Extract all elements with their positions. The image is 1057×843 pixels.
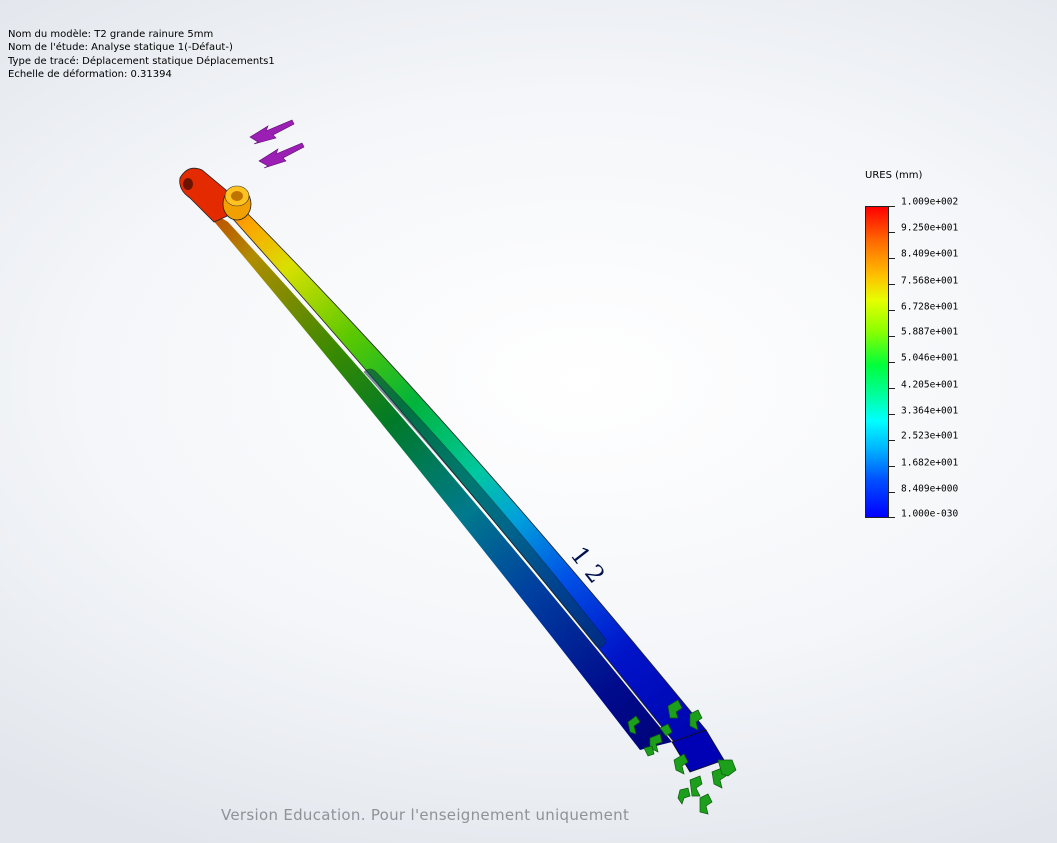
- fixture-arrow: [699, 793, 713, 815]
- legend-tick-label: 1.000e-030: [901, 508, 959, 520]
- tickmark: [889, 284, 895, 285]
- legend-tick-label: 4.205e+001: [901, 379, 959, 391]
- tickmark: [889, 258, 895, 259]
- tickmark: [889, 492, 895, 493]
- legend-colorbar: [865, 206, 889, 518]
- legend-tick-label: 2.523e+001: [901, 430, 959, 442]
- tickmark: [889, 336, 895, 337]
- plot-type-text: Type de tracé: Déplacement statique Dépl…: [8, 55, 275, 67]
- beam-slot: [363, 368, 607, 648]
- legend-tick-label: 3.364e+001: [901, 405, 959, 417]
- tickmark: [889, 388, 895, 389]
- legend-tick-label: 8.409e+001: [901, 248, 959, 260]
- tickmark: [889, 440, 895, 441]
- study-name-text: Nom de l'étude: Analyse statique 1(-Défa…: [8, 42, 233, 54]
- deformed-part-model[interactable]: 1 2: [179, 167, 725, 773]
- beam-side-face: [200, 205, 672, 750]
- legend-tick-label: 5.887e+001: [901, 326, 959, 338]
- color-legend[interactable]: URES (mm) 1.009e+002 9.250e+001 8.409e+0…: [864, 170, 1014, 530]
- legend-title: URES (mm): [865, 170, 923, 181]
- force-arrow-2: [258, 142, 305, 169]
- lug-hole: [183, 178, 193, 190]
- force-arrow-icon[interactable]: [249, 119, 305, 169]
- tickmark: [889, 206, 895, 207]
- fixture-arrow: [677, 787, 691, 805]
- tickmark: [889, 517, 895, 518]
- legend-tick-label: 7.568e+001: [901, 275, 959, 287]
- tickmark: [889, 232, 895, 233]
- education-watermark: Version Education. Pour l'enseignement u…: [221, 806, 630, 824]
- deformation-scale-text: Echelle de déformation: 0.31394: [8, 68, 172, 80]
- legend-tick-label: 5.046e+001: [901, 352, 959, 364]
- tickmark: [889, 362, 895, 363]
- legend-tick-label: 8.409e+000: [901, 483, 959, 495]
- legend-tick-label: 6.728e+001: [901, 301, 959, 313]
- legend-tick-label: 9.250e+001: [901, 222, 959, 234]
- study-info-block: Nom du modèle: T2 grande rainure 5mm Nom…: [8, 28, 275, 81]
- tickmark: [889, 310, 895, 311]
- model-name-text: Nom du modèle: T2 grande rainure 5mm: [8, 29, 214, 40]
- legend-tick-label: 1.682e+001: [901, 457, 959, 469]
- fixture-arrow: [689, 775, 703, 797]
- tickmark: [889, 414, 895, 415]
- force-arrow-1: [249, 119, 295, 145]
- boss-hole: [231, 191, 243, 201]
- legend-tick-label: 1.009e+002: [901, 196, 959, 208]
- fixture-arrow: [643, 745, 655, 757]
- tickmark: [889, 466, 895, 467]
